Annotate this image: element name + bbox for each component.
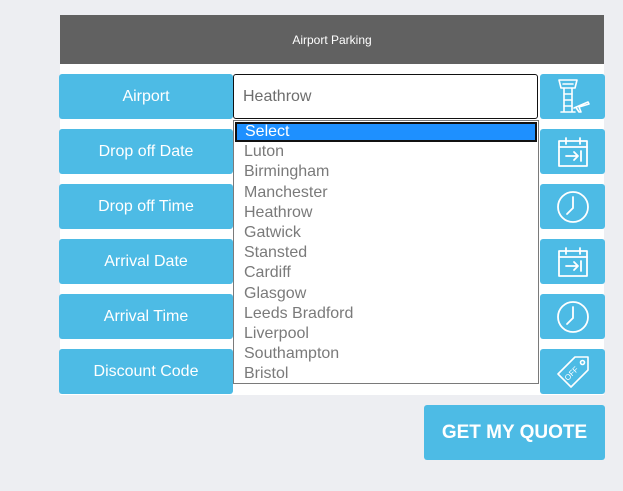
dropdown-option[interactable]: Heathrow <box>234 203 538 223</box>
field-label: Drop off Time <box>98 197 194 215</box>
field-label: Discount Code <box>93 362 199 380</box>
field-label: Airport <box>122 87 170 105</box>
airport-tower-icon <box>557 78 590 113</box>
airport-select[interactable]: Heathrow <box>233 74 538 119</box>
page-header: Airport Parking <box>60 15 604 64</box>
calendar-icon <box>557 246 588 277</box>
discount-code-label: Discount Code <box>59 349 233 394</box>
airport-dropdown-list[interactable]: Select Luton Birmingham Manchester Heath… <box>233 120 539 384</box>
dropdown-option[interactable]: Select <box>235 122 537 143</box>
airport-select-value: Heathrow <box>243 87 312 105</box>
dropdown-option[interactable]: Southampton <box>234 344 538 364</box>
dropdown-option[interactable]: Gatwick <box>234 223 538 243</box>
field-label: Drop off Date <box>98 142 194 160</box>
drop-off-date-label: Drop off Date <box>59 129 233 174</box>
arrival-time-label: Arrival Time <box>59 294 233 339</box>
drop-off-time-icon-button[interactable] <box>540 184 605 229</box>
page-title: Airport Parking <box>292 32 372 47</box>
airport-icon-button[interactable] <box>540 74 605 119</box>
discount-code-icon-button[interactable]: OFF <box>540 349 605 394</box>
dropdown-option[interactable]: Manchester <box>234 183 538 203</box>
drop-off-date-icon-button[interactable] <box>540 129 605 174</box>
dropdown-option[interactable]: Luton <box>234 142 538 162</box>
clock-icon <box>556 190 589 223</box>
get-my-quote-button[interactable]: GET MY QUOTE <box>424 405 605 460</box>
airport-label: Airport <box>59 74 233 119</box>
dropdown-option[interactable]: Leeds Bradford <box>234 304 538 324</box>
dropdown-option[interactable]: Glasgow <box>234 284 538 304</box>
arrival-date-icon-button[interactable] <box>540 239 605 284</box>
dropdown-option[interactable]: Birmingham <box>234 162 538 182</box>
dropdown-option[interactable]: Bristol <box>234 364 538 384</box>
quote-button-label: GET MY QUOTE <box>441 421 588 443</box>
arrival-time-icon-button[interactable] <box>540 294 605 339</box>
arrival-date-label: Arrival Date <box>59 239 233 284</box>
discount-tag-icon: OFF <box>556 355 589 388</box>
dropdown-option[interactable]: Stansted <box>234 243 538 263</box>
calendar-icon <box>557 136 588 167</box>
clock-icon <box>556 300 589 333</box>
drop-off-time-label: Drop off Time <box>59 184 233 229</box>
field-label: Arrival Time <box>103 307 189 325</box>
dropdown-option[interactable]: Cardiff <box>234 263 538 283</box>
dropdown-option[interactable]: Liverpool <box>234 324 538 344</box>
field-label: Arrival Date <box>104 252 188 270</box>
